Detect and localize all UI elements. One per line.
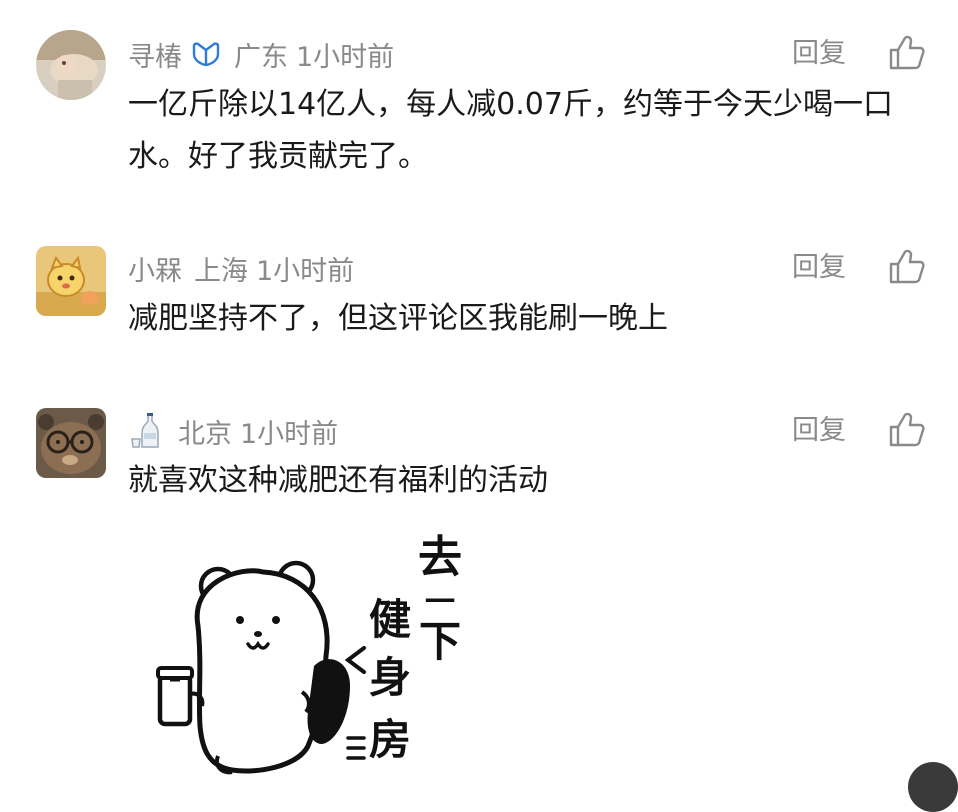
avatar[interactable] [36, 408, 106, 478]
comment-meta: 北京 1小时前 [128, 411, 338, 451]
reply-button[interactable]: 回复 [792, 248, 846, 288]
reply-button[interactable]: 回复 [792, 411, 846, 451]
sticker-char: 下 [419, 617, 461, 666]
sticker-char: 身 [369, 653, 411, 702]
reply-button[interactable]: 回复 [792, 34, 846, 74]
comment-text: 一亿斤除以14亿人，每人减0.07斤，约等于今天少喝一口水。好了我贡献完了。 [128, 87, 893, 174]
sticker-char: 健 [369, 595, 411, 644]
timestamp: 1小时前 [240, 418, 339, 450]
location: 广东 [234, 41, 288, 73]
thumbs-up-icon[interactable] [888, 34, 926, 72]
timestamp: 1小时前 [296, 41, 395, 73]
location: 北京 [178, 418, 232, 450]
comment-meta: 小槑 上海 1小时前 [128, 248, 354, 288]
verified-v-icon [190, 40, 222, 68]
floating-action-button[interactable] [908, 762, 958, 812]
comment-text: 减肥坚持不了，但这评论区我能刷一晚上 [128, 301, 668, 336]
sticker-char: 一 [425, 585, 455, 620]
avatar[interactable] [36, 246, 106, 316]
sticker-char: 去 [418, 532, 462, 583]
timestamp: 1小时前 [256, 255, 355, 287]
username[interactable]: 小槑 [128, 249, 182, 288]
thumbs-up-icon[interactable] [888, 411, 926, 449]
username[interactable]: 寻椿 [128, 35, 182, 74]
avatar[interactable] [36, 30, 106, 100]
comment-meta: 寻椿 广东 1小时前 [128, 34, 394, 74]
sake-bottle-icon [128, 411, 168, 451]
bear-gym-sticker[interactable]: 去 一 下 健 身 房 [128, 516, 498, 778]
comment-text: 就喜欢这种减肥还有福利的活动 [128, 463, 548, 498]
sticker-char: 房 [369, 715, 411, 764]
thumbs-up-icon[interactable] [888, 248, 926, 286]
location: 上海 [194, 255, 248, 287]
